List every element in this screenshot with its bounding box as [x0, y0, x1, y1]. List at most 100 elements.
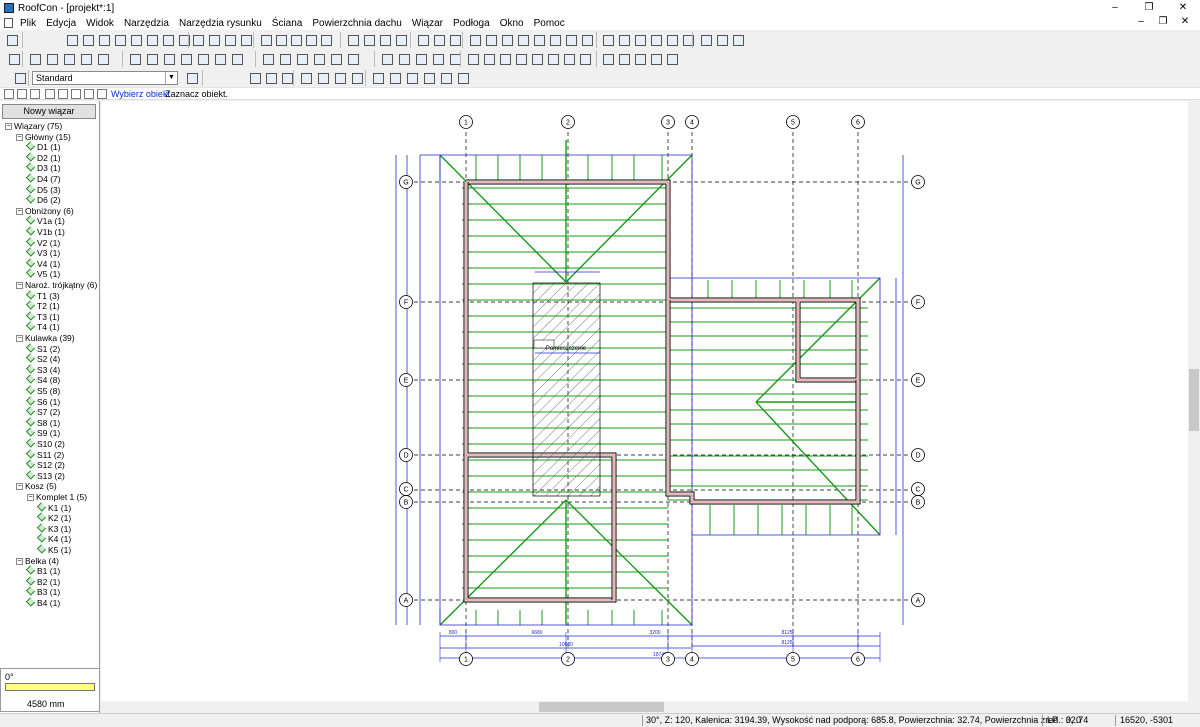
- tree-item[interactable]: S5 (8): [25, 385, 60, 397]
- tree-item[interactable]: T1 (3): [25, 289, 60, 302]
- tb2-tool-icon[interactable]: [195, 51, 210, 66]
- tb1-tool-icon[interactable]: [345, 32, 360, 47]
- minimize-icon[interactable]: –: [1098, 0, 1132, 16]
- tb2-tool-icon[interactable]: [328, 51, 343, 66]
- command-tool-icon[interactable]: [71, 89, 81, 99]
- tree-item[interactable]: D2 (1): [25, 152, 61, 164]
- tb2-tool-icon[interactable]: [648, 51, 663, 66]
- tb1-tool-icon[interactable]: [128, 32, 143, 47]
- tb2-tool-icon[interactable]: [229, 51, 244, 66]
- tb2-tool-icon[interactable]: [61, 51, 76, 66]
- tb3-tool-icon[interactable]: [404, 70, 419, 85]
- close-icon[interactable]: ✕: [1166, 0, 1200, 16]
- tree-item[interactable]: D4 (7): [25, 173, 61, 185]
- tb2-tool-icon[interactable]: [277, 51, 292, 66]
- tb3-tool-icon[interactable]: [332, 70, 347, 85]
- tree-item[interactable]: B2 (1): [25, 576, 60, 588]
- tb1-tool-icon[interactable]: [377, 32, 392, 47]
- tb1-tool-icon[interactable]: [288, 32, 303, 47]
- tb1-tool-icon[interactable]: [698, 32, 713, 47]
- tree-item[interactable]: S3 (4): [25, 364, 60, 376]
- tb1-tool-icon[interactable]: [190, 32, 205, 47]
- tb2-tool-icon[interactable]: [497, 51, 512, 66]
- tree-group[interactable]: − Naroż. trójkątny (6): [16, 280, 97, 291]
- tb2-tool-icon[interactable]: [616, 51, 631, 66]
- tb1-tool-icon[interactable]: [467, 32, 482, 47]
- command-tool-icon[interactable]: [17, 89, 27, 99]
- new-truss-button[interactable]: Nowy wiązar: [2, 104, 96, 119]
- tb1-tool-icon[interactable]: [616, 32, 631, 47]
- tb1-tool-icon[interactable]: [222, 32, 237, 47]
- tree-item[interactable]: B3 (1): [25, 586, 60, 598]
- tb2-tool-icon[interactable]: [481, 51, 496, 66]
- tb2-tool-icon[interactable]: [379, 51, 394, 66]
- menu-podloga[interactable]: Podłoga: [448, 18, 495, 29]
- tree-item[interactable]: S4 (8): [25, 374, 60, 386]
- tb1-tool-icon[interactable]: [258, 32, 273, 47]
- tb2-tool-icon[interactable]: [27, 51, 42, 66]
- horizontal-scroll-thumb[interactable]: [539, 702, 664, 712]
- tb2-tool-icon[interactable]: [144, 51, 159, 66]
- menu-narzedzia[interactable]: Narzędzia: [119, 18, 174, 29]
- tb2-tool-icon[interactable]: [294, 51, 309, 66]
- tb2-tool-icon[interactable]: [664, 51, 679, 66]
- tb1-tool-icon[interactable]: [144, 32, 159, 47]
- tb2-tool-icon[interactable]: [212, 51, 227, 66]
- menu-okno[interactable]: Okno: [495, 18, 529, 29]
- tree-item[interactable]: T2 (1): [25, 300, 60, 312]
- tb1-tool-icon[interactable]: [648, 32, 663, 47]
- tb2-tool-icon[interactable]: [44, 51, 59, 66]
- tb1-tool-icon[interactable]: [664, 32, 679, 47]
- tb3-tool-icon[interactable]: [370, 70, 385, 85]
- tb1-tool-icon[interactable]: [431, 32, 446, 47]
- menu-powierzchnia-dachu[interactable]: Powierzchnia dachu: [307, 18, 407, 29]
- tree-item[interactable]: S2 (4): [25, 353, 60, 365]
- vertical-scrollbar[interactable]: [1188, 101, 1200, 701]
- tree-group[interactable]: − Kulawka (39): [16, 333, 75, 344]
- command-tool-icon[interactable]: [84, 89, 94, 99]
- tree-item[interactable]: D6 (2): [25, 194, 61, 206]
- tree-item[interactable]: S12 (2): [25, 459, 65, 471]
- menu-pomoc[interactable]: Pomoc: [529, 18, 570, 29]
- tb2-tool-icon[interactable]: [545, 51, 560, 66]
- document-icon[interactable]: [4, 18, 13, 28]
- drawing-canvas[interactable]: Pomieszczenie 800 6680 3200 8125 10680 8125 187…: [101, 101, 1188, 701]
- chevron-down-icon[interactable]: ▼: [165, 72, 177, 84]
- tb3-tool-icon[interactable]: [247, 70, 262, 85]
- collapse-icon[interactable]: −: [27, 494, 34, 501]
- tree-item[interactable]: D1 (1): [25, 141, 61, 153]
- menu-sciana[interactable]: Ściana: [267, 18, 308, 29]
- tb1-tool-icon[interactable]: [579, 32, 594, 47]
- tree-item[interactable]: B1 (1): [25, 565, 60, 577]
- tree-item[interactable]: V1b (1): [25, 226, 65, 238]
- tree-item[interactable]: T4 (1): [25, 321, 60, 333]
- tb1-tool-icon[interactable]: [273, 32, 288, 47]
- tb1-tool-icon[interactable]: [361, 32, 376, 47]
- tb3-tool-icon[interactable]: [349, 70, 364, 85]
- tree-item[interactable]: S8 (1): [25, 417, 60, 429]
- tree-item[interactable]: T3 (1): [25, 311, 60, 323]
- tree-item[interactable]: V2 (1): [25, 236, 60, 249]
- tree-item[interactable]: S13 (2): [25, 470, 65, 482]
- tb3-tool-icon[interactable]: [387, 70, 402, 85]
- tb1-tool-icon[interactable]: [96, 32, 111, 47]
- roof-plan-drawing[interactable]: Pomieszczenie800 6680 3200 812510680 8125187…: [101, 101, 1188, 701]
- tb1-tool-icon[interactable]: [483, 32, 498, 47]
- tb2-tool-icon[interactable]: [513, 51, 528, 66]
- tree-item[interactable]: K3 (1): [36, 523, 71, 535]
- tb3-tool-icon[interactable]: [421, 70, 436, 85]
- collapse-icon[interactable]: −: [5, 123, 12, 130]
- tb2-tool-icon[interactable]: [632, 51, 647, 66]
- tb3-tool-icon[interactable]: [438, 70, 453, 85]
- command-tool-icon[interactable]: [4, 89, 14, 99]
- tb1-tool-icon[interactable]: [547, 32, 562, 47]
- menu-narzedzia-rysunku[interactable]: Narzędzia rysunku: [174, 18, 267, 29]
- tree-item[interactable]: B4 (1): [25, 597, 60, 609]
- menu-wiazar[interactable]: Wiązar: [407, 18, 448, 29]
- tree-item[interactable]: D3 (1): [25, 162, 61, 174]
- tb1-tool-icon[interactable]: [4, 32, 19, 47]
- command-tool-icon[interactable]: [97, 89, 107, 99]
- tree-item[interactable]: S10 (2): [25, 438, 65, 450]
- tree-item[interactable]: V3 (1): [25, 247, 60, 259]
- tree-item[interactable]: V4 (1): [25, 258, 60, 270]
